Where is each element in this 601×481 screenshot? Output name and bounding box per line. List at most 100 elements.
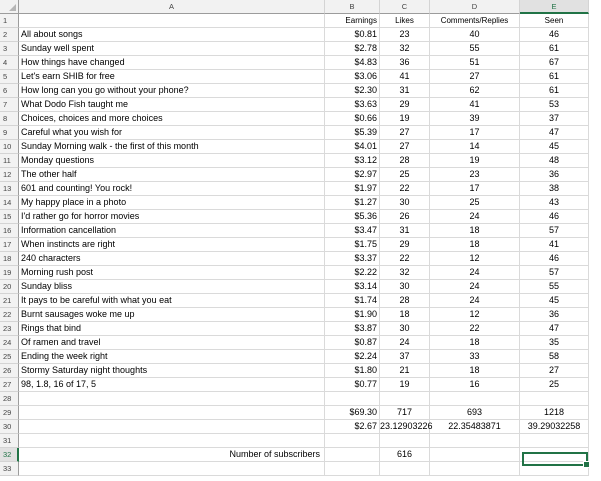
- row-header[interactable]: 29: [0, 406, 19, 420]
- row-header[interactable]: 12: [0, 168, 19, 182]
- likes-cell[interactable]: 25: [380, 168, 430, 182]
- likes-cell[interactable]: 41: [380, 70, 430, 84]
- likes-cell[interactable]: 22: [380, 252, 430, 266]
- row-header[interactable]: 4: [0, 56, 19, 70]
- comments-cell[interactable]: 16: [430, 378, 520, 392]
- comments-cell[interactable]: 22: [430, 322, 520, 336]
- post-title-cell[interactable]: [19, 392, 325, 406]
- post-title-cell[interactable]: When instincts are right: [19, 238, 325, 252]
- row-header[interactable]: 23: [0, 322, 19, 336]
- comments-cell[interactable]: 18: [430, 364, 520, 378]
- likes-cell[interactable]: 616: [380, 448, 430, 462]
- post-title-cell[interactable]: [19, 462, 325, 476]
- seen-cell[interactable]: 36: [520, 308, 589, 322]
- seen-cell[interactable]: 25: [520, 378, 589, 392]
- comments-cell[interactable]: 62: [430, 84, 520, 98]
- seen-cell[interactable]: 58: [520, 350, 589, 364]
- post-title-cell[interactable]: Information cancellation: [19, 224, 325, 238]
- column-header-a[interactable]: A: [19, 0, 325, 14]
- earnings-cell[interactable]: [325, 462, 380, 476]
- likes-cell[interactable]: 32: [380, 42, 430, 56]
- seen-cell[interactable]: 38: [520, 182, 589, 196]
- comments-cell[interactable]: 14: [430, 140, 520, 154]
- row-header[interactable]: 30: [0, 420, 19, 434]
- likes-cell[interactable]: 37: [380, 350, 430, 364]
- seen-cell[interactable]: 57: [520, 224, 589, 238]
- seen-cell[interactable]: 41: [520, 238, 589, 252]
- earnings-cell[interactable]: [325, 434, 380, 448]
- likes-cell[interactable]: 30: [380, 196, 430, 210]
- seen-cell[interactable]: 46: [520, 210, 589, 224]
- likes-cell[interactable]: 26: [380, 210, 430, 224]
- seen-cell[interactable]: 55: [520, 280, 589, 294]
- seen-cell[interactable]: 45: [520, 140, 589, 154]
- seen-cell[interactable]: 1218: [520, 406, 589, 420]
- seen-cell[interactable]: 39.29032258: [520, 420, 589, 434]
- likes-cell[interactable]: 717: [380, 406, 430, 420]
- likes-cell[interactable]: [380, 392, 430, 406]
- seen-cell[interactable]: [520, 434, 589, 448]
- column-header-e[interactable]: E: [520, 0, 589, 14]
- earnings-cell[interactable]: $3.87: [325, 322, 380, 336]
- earnings-cell[interactable]: [325, 448, 380, 462]
- comments-cell[interactable]: 39: [430, 112, 520, 126]
- row-header[interactable]: 24: [0, 336, 19, 350]
- earnings-cell[interactable]: $1.97: [325, 182, 380, 196]
- seen-cell[interactable]: 67: [520, 56, 589, 70]
- earnings-cell[interactable]: $3.37: [325, 252, 380, 266]
- row-header[interactable]: 28: [0, 392, 19, 406]
- post-title-cell[interactable]: What Dodo Fish taught me: [19, 98, 325, 112]
- post-title-cell[interactable]: Sunday well spent: [19, 42, 325, 56]
- post-title-cell[interactable]: How things have changed: [19, 56, 325, 70]
- likes-cell[interactable]: 31: [380, 224, 430, 238]
- comments-cell[interactable]: 12: [430, 252, 520, 266]
- earnings-cell[interactable]: $0.87: [325, 336, 380, 350]
- row-header[interactable]: 22: [0, 308, 19, 322]
- likes-cell[interactable]: 19: [380, 112, 430, 126]
- row-header[interactable]: 8: [0, 112, 19, 126]
- seen-cell[interactable]: 61: [520, 70, 589, 84]
- row-header[interactable]: 19: [0, 266, 19, 280]
- seen-cell[interactable]: 37: [520, 112, 589, 126]
- earnings-cell[interactable]: $0.81: [325, 28, 380, 42]
- comments-cell[interactable]: [430, 462, 520, 476]
- post-title-cell[interactable]: Of ramen and travel: [19, 336, 325, 350]
- earnings-cell[interactable]: $1.74: [325, 294, 380, 308]
- earnings-cell[interactable]: $2.97: [325, 168, 380, 182]
- earnings-cell[interactable]: $3.47: [325, 224, 380, 238]
- seen-cell[interactable]: 57: [520, 266, 589, 280]
- comments-cell[interactable]: 19: [430, 154, 520, 168]
- post-title-cell[interactable]: [19, 434, 325, 448]
- likes-cell[interactable]: 23: [380, 28, 430, 42]
- post-title-cell[interactable]: Burnt sausages woke me up: [19, 308, 325, 322]
- likes-cell[interactable]: 36: [380, 56, 430, 70]
- row-header[interactable]: 20: [0, 280, 19, 294]
- earnings-cell[interactable]: $3.63: [325, 98, 380, 112]
- row-header[interactable]: 25: [0, 350, 19, 364]
- seen-cell[interactable]: [520, 392, 589, 406]
- likes-cell[interactable]: 27: [380, 126, 430, 140]
- seen-cell[interactable]: 48: [520, 154, 589, 168]
- row-header[interactable]: 5: [0, 70, 19, 84]
- comments-cell[interactable]: 18: [430, 238, 520, 252]
- row-header[interactable]: 31: [0, 434, 19, 448]
- post-title-cell[interactable]: The other half: [19, 168, 325, 182]
- row-header[interactable]: 6: [0, 84, 19, 98]
- post-title-cell[interactable]: Careful what you wish for: [19, 126, 325, 140]
- header-seen[interactable]: Seen: [520, 14, 589, 28]
- post-title-cell[interactable]: I'd rather go for horror movies: [19, 210, 325, 224]
- row-header[interactable]: 1: [0, 14, 19, 28]
- comments-cell[interactable]: [430, 392, 520, 406]
- comments-cell[interactable]: 24: [430, 280, 520, 294]
- earnings-cell[interactable]: $4.01: [325, 140, 380, 154]
- row-header[interactable]: 27: [0, 378, 19, 392]
- likes-cell[interactable]: 32: [380, 266, 430, 280]
- comments-cell[interactable]: 12: [430, 308, 520, 322]
- comments-cell[interactable]: 693: [430, 406, 520, 420]
- likes-cell[interactable]: 19: [380, 378, 430, 392]
- earnings-cell[interactable]: $3.12: [325, 154, 380, 168]
- comments-cell[interactable]: 51: [430, 56, 520, 70]
- row-header[interactable]: 17: [0, 238, 19, 252]
- post-title-cell[interactable]: My happy place in a photo: [19, 196, 325, 210]
- post-title-cell[interactable]: How long can you go without your phone?: [19, 84, 325, 98]
